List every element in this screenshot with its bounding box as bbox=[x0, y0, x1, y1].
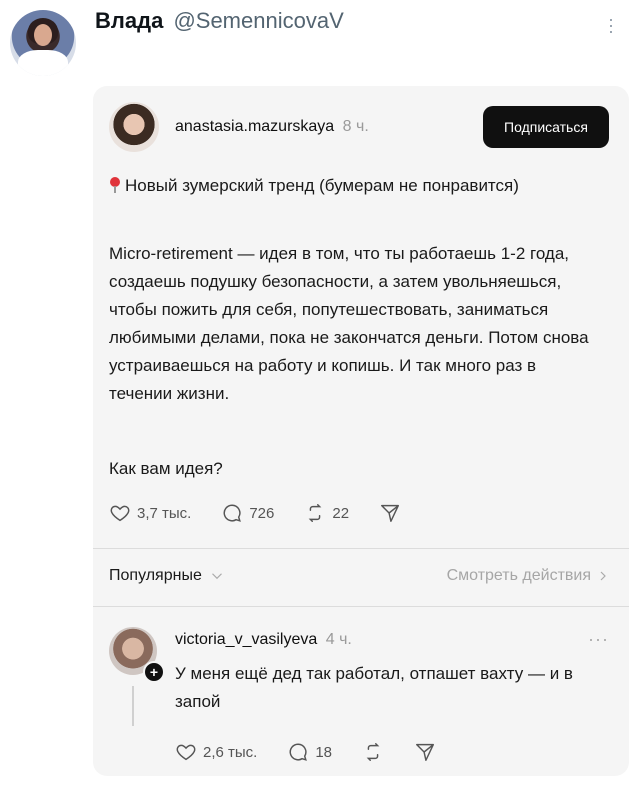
heart-icon bbox=[110, 505, 130, 522]
share-action[interactable] bbox=[379, 502, 401, 524]
reply-author-username[interactable]: victoria_v_vasilyeva bbox=[175, 631, 317, 648]
tweet-header: Влада @SemennicovaV bbox=[95, 8, 344, 34]
tweet-author-avatar[interactable] bbox=[10, 10, 76, 76]
avatar-body bbox=[18, 50, 68, 76]
chevron-right-icon bbox=[600, 571, 606, 581]
reply-text: У меня ещё дед так работал, отпашет вахт… bbox=[175, 664, 573, 711]
reply-like-action[interactable]: 2,6 тыс. bbox=[175, 741, 257, 763]
avatar-face bbox=[34, 24, 52, 46]
divider bbox=[93, 606, 629, 607]
post-body: Micro-retirement — идея в том, что ты ра… bbox=[109, 244, 589, 403]
tweet-author-handle[interactable]: @SemennicovaV bbox=[173, 8, 343, 33]
post-time: 8 ч. bbox=[342, 118, 369, 135]
repost-icon bbox=[366, 743, 380, 761]
post-author-line: anastasia.mazurskaya 8 ч. bbox=[175, 118, 369, 136]
thread-line bbox=[132, 686, 134, 726]
like-action[interactable]: 3,7 тыс. bbox=[109, 502, 191, 524]
comment-icon bbox=[289, 743, 308, 761]
pin-icon bbox=[109, 177, 121, 193]
embedded-threads-card[interactable]: anastasia.mazurskaya 8 ч. Подписаться Но… bbox=[93, 86, 629, 776]
repost-count: 22 bbox=[332, 504, 350, 522]
heart-icon bbox=[176, 744, 196, 761]
comment-count: 726 bbox=[249, 504, 275, 522]
reply-comment-count: 18 bbox=[315, 743, 333, 761]
post-heading: Новый зумерский тренд (бумерам не понрав… bbox=[109, 172, 599, 200]
post-actions: 3,7 тыс. 726 22 bbox=[109, 502, 431, 524]
reply-actions: 2,6 тыс. 18 bbox=[175, 741, 466, 763]
reply-comment-action[interactable]: 18 bbox=[287, 741, 332, 763]
reply-share-action[interactable] bbox=[414, 741, 436, 763]
see-actions-link[interactable]: Смотреть действия bbox=[447, 567, 611, 585]
tweet-author-name[interactable]: Влада bbox=[95, 8, 163, 33]
share-icon bbox=[416, 743, 435, 761]
post-heading-text: Новый зумерский тренд (бумерам не понрав… bbox=[125, 176, 519, 195]
reply-like-count: 2,6 тыс. bbox=[203, 743, 258, 761]
see-actions-label: Смотреть действия bbox=[446, 567, 591, 584]
share-icon bbox=[381, 504, 400, 522]
chevron-down-icon bbox=[211, 573, 222, 580]
divider bbox=[93, 548, 629, 549]
more-options-icon[interactable]: ··· bbox=[606, 10, 616, 40]
reply-author-line: victoria_v_vasilyeva 4 ч. bbox=[175, 631, 352, 649]
comment-icon bbox=[223, 504, 242, 522]
sort-label: Популярные bbox=[109, 567, 202, 584]
post-author-username[interactable]: anastasia.mazurskaya bbox=[175, 118, 334, 135]
repost-icon bbox=[309, 504, 322, 522]
follow-plus-icon[interactable]: + bbox=[143, 661, 165, 683]
reply-time: 4 ч. bbox=[325, 631, 352, 648]
reply-repost-action[interactable] bbox=[362, 741, 384, 763]
sort-dropdown[interactable]: Популярные bbox=[109, 567, 226, 585]
more-options-icon[interactable]: ··· bbox=[588, 629, 609, 650]
post-author-avatar[interactable] bbox=[109, 102, 159, 152]
follow-button[interactable]: Подписаться bbox=[483, 106, 609, 148]
comment-action[interactable]: 726 bbox=[221, 502, 274, 524]
post-question: Как вам идея? bbox=[109, 459, 223, 478]
like-count: 3,7 тыс. bbox=[137, 504, 192, 522]
repost-action[interactable]: 22 bbox=[304, 502, 349, 524]
